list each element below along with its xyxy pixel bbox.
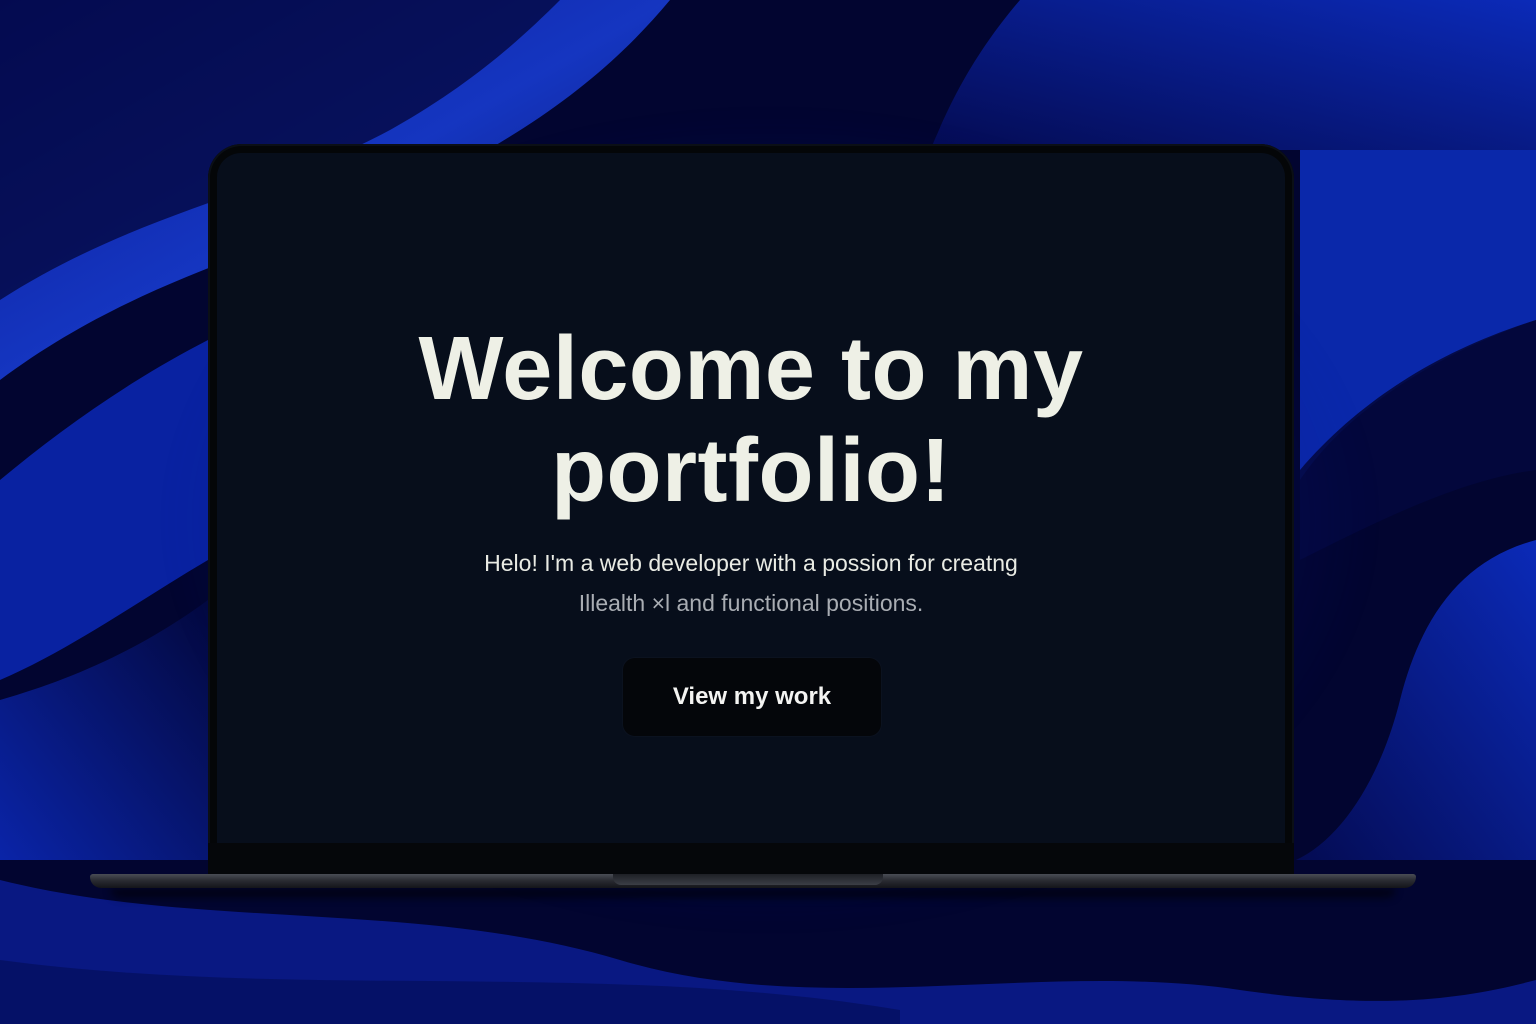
laptop-chin xyxy=(208,843,1294,877)
hero-title-line-2: portfolio! xyxy=(551,421,951,521)
hero-subtitle-line-2: Illealth ×l and functional positions. xyxy=(578,590,924,616)
hero-subtitle: Helo! I'm a web developer with a possion… xyxy=(217,543,1285,623)
laptop-hinge-notch xyxy=(613,874,883,885)
laptop-screen: Welcome to my portfolio! Helo! I'm a web… xyxy=(217,153,1285,843)
scene: Welcome to my portfolio! Helo! I'm a web… xyxy=(0,0,1536,1024)
hero-title: Welcome to my portfolio! xyxy=(217,318,1285,522)
hero-subtitle-line-1: Helo! I'm a web developer with a possion… xyxy=(484,550,1018,576)
view-my-work-button[interactable]: View my work xyxy=(623,658,881,736)
hero-title-line-1: Welcome to my xyxy=(418,319,1084,419)
laptop-base-shadow xyxy=(110,888,1396,898)
